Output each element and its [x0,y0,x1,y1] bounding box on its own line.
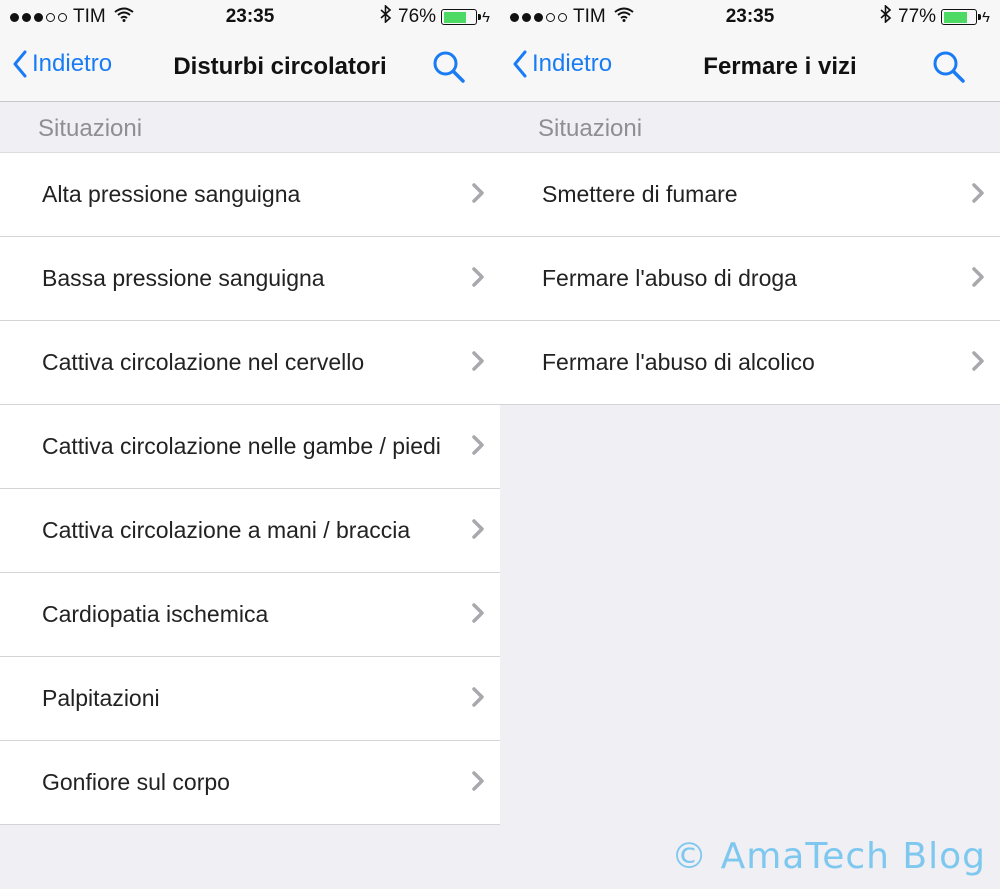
back-button-label: Indietro [32,50,113,77]
chevron-right-icon [472,267,484,292]
section-header: Situazioni [0,102,500,152]
section-header-label: Situazioni [538,115,643,142]
list-item[interactable]: Palpitazioni [0,657,500,741]
search-icon[interactable] [932,50,966,89]
chevron-right-icon [472,183,484,208]
list-item-label: Palpitazioni [42,685,160,711]
list-item-label: Alta pressione sanguigna [42,181,301,207]
back-button[interactable]: Indietro [512,50,612,78]
search-icon[interactable] [432,50,466,89]
list-item-label: Gonfiore sul corpo [42,769,230,795]
situations-list: Alta pressione sanguigna Bassa pressione … [0,152,500,825]
list-item[interactable]: Fermare l'abuso di droga [500,237,1000,321]
bluetooth-icon [380,4,392,29]
list-item[interactable]: Alta pressione sanguigna [0,153,500,237]
chevron-left-icon [13,50,27,78]
list-item[interactable]: Cattiva circolazione nel cervello [0,321,500,405]
battery-icon [941,9,982,25]
navigation-bar: Indietro Disturbi circolatori [0,34,500,102]
list-item[interactable]: Fermare l'abuso di alcolico [500,321,1000,405]
list-item-label: Fermare l'abuso di alcolico [542,349,815,375]
chevron-right-icon [472,435,484,460]
list-item-label: Cattiva circolazione nel cervello [42,349,365,375]
list-item-label: Smettere di fumare [542,181,738,207]
chevron-right-icon [972,267,984,292]
list-item[interactable]: Bassa pressione sanguigna [0,237,500,321]
battery-icon [441,9,482,25]
list-item-label: Fermare l'abuso di droga [542,265,797,291]
bolt-icon: ϟ [482,8,490,26]
bolt-icon: ϟ [982,8,990,26]
status-bar: TIM 23:35 76% ϟ [0,0,500,34]
chevron-right-icon [472,351,484,376]
situations-list: Smettere di fumare Fermare l'abuso di dro… [500,152,1000,405]
list-item[interactable]: Cattiva circolazione a mani / braccia [0,489,500,573]
list-item-label: Cardiopatia ischemica [42,601,269,627]
section-header: Situazioni [500,102,1000,152]
page-title: Fermare i vizi [703,53,857,80]
navigation-bar: Indietro Fermare i vizi [500,34,1000,102]
back-button[interactable]: Indietro [12,50,112,78]
list-item[interactable]: Gonfiore sul corpo [0,741,500,825]
list-item[interactable]: Cattiva circolazione nelle gambe / piedi [0,405,500,489]
chevron-right-icon [972,183,984,208]
screen-disturbi-circolatori: TIM 23:35 76% ϟ Indietro Disturbi circol… [0,0,500,889]
battery-percent: 77% [898,6,937,27]
page-title: Disturbi circolatori [173,53,387,80]
chevron-right-icon [472,519,484,544]
bluetooth-icon [880,4,892,29]
chevron-right-icon [472,603,484,628]
chevron-right-icon [472,687,484,712]
list-item-label: Cattiva circolazione a mani / braccia [42,517,411,543]
screen-fermare-i-vizi: TIM 23:35 77% ϟ Indietro Fermare i vizi … [500,0,1000,889]
list-item-label: Bassa pressione sanguigna [42,265,325,291]
status-bar: TIM 23:35 77% ϟ [500,0,1000,34]
list-item[interactable]: Smettere di fumare [500,153,1000,237]
chevron-left-icon [513,50,527,78]
watermark: © AmaTech Blog [671,836,986,877]
section-header-label: Situazioni [38,115,143,142]
list-item-label: Cattiva circolazione nelle gambe / piedi [42,433,441,459]
chevron-right-icon [472,771,484,796]
back-button-label: Indietro [532,50,613,77]
battery-percent: 76% [398,6,437,27]
chevron-right-icon [972,351,984,376]
list-item[interactable]: Cardiopatia ischemica [0,573,500,657]
